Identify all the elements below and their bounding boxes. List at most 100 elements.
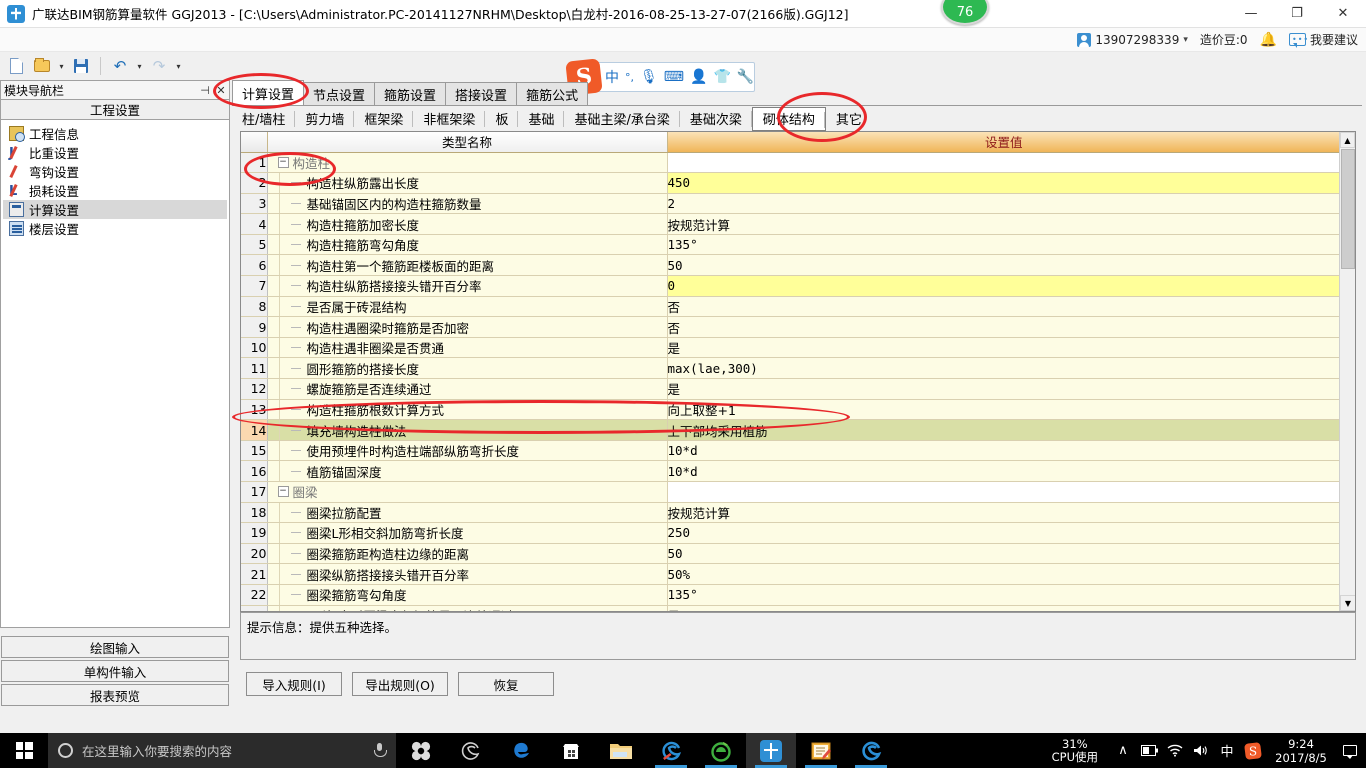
tab-frame-beam[interactable]: 框架梁: [354, 107, 414, 131]
table-row[interactable]: 1− 构造柱: [241, 152, 1341, 174]
type-name-cell[interactable]: − 圈梁: [267, 481, 668, 503]
tab-other[interactable]: 其它: [826, 107, 872, 131]
table-row[interactable]: 6 构造柱第一个箍筋距楼板面的距离 50: [241, 254, 1341, 277]
type-name-cell[interactable]: − 构造柱: [267, 152, 668, 174]
scroll-up-icon[interactable]: ▲: [1340, 132, 1355, 148]
cpu-usage-indicator[interactable]: 31% CPU使用: [1052, 737, 1098, 764]
type-name-cell[interactable]: 构造柱第一个箍筋距楼板面的距离: [267, 254, 668, 277]
setting-value-cell[interactable]: 50%: [667, 563, 1341, 585]
sidebar-item-weight-settings[interactable]: J 比重设置: [3, 143, 227, 162]
table-row[interactable]: 20 圈梁箍筋距构造柱边缘的距离 50: [241, 543, 1341, 565]
ime-keyboard-icon[interactable]: ⌨: [664, 69, 684, 85]
tab-stirrup-formula[interactable]: 箍筋公式: [516, 82, 589, 105]
setting-value-cell[interactable]: 10*d: [667, 440, 1341, 462]
table-row[interactable]: 17− 圈梁: [241, 481, 1341, 503]
swirl-app-icon[interactable]: [446, 733, 496, 768]
table-row[interactable]: 5 构造柱箍筋弯勾角度 135°: [241, 234, 1341, 256]
collapse-expander-icon[interactable]: −: [277, 486, 289, 498]
maximize-button[interactable]: ❐: [1274, 0, 1320, 28]
sidebar-item-calc-settings[interactable]: 计算设置: [3, 200, 227, 219]
type-name-cell[interactable]: 构造柱遇非圈梁是否贯通: [267, 337, 668, 359]
table-row[interactable]: 2 构造柱纵筋露出长度 450: [241, 172, 1341, 194]
volume-icon[interactable]: [1188, 733, 1214, 768]
ime-chinese-mode-icon[interactable]: 中: [605, 67, 619, 87]
tab-shear-wall[interactable]: 剪力墙: [295, 107, 355, 131]
new-file-button[interactable]: [4, 55, 28, 77]
scroll-down-icon[interactable]: ▼: [1340, 595, 1355, 611]
tab-foundation-secondary-beam[interactable]: 基础次梁: [680, 107, 752, 131]
type-name-cell[interactable]: 圈梁L形相交斜加筋弯折长度: [267, 522, 668, 544]
setting-value-cell[interactable]: 50: [667, 254, 1341, 277]
table-row[interactable]: 8 是否属于砖混结构 否: [241, 296, 1341, 318]
table-row[interactable]: 19 圈梁L形相交斜加筋弯折长度 250: [241, 522, 1341, 544]
table-row[interactable]: 21 圈梁纵筋搭接接头错开百分率 50%: [241, 563, 1341, 585]
wifi-icon[interactable]: [1162, 733, 1188, 768]
type-name-cell[interactable]: 填充墙构造柱做法: [267, 419, 668, 441]
file-explorer-icon[interactable]: [596, 733, 646, 768]
type-name-cell[interactable]: 基础锚固区内的构造柱箍筋数量: [267, 193, 668, 215]
account-user[interactable]: 13907298339 ▾: [1077, 32, 1188, 47]
draw-input-button[interactable]: 绘图输入: [1, 636, 229, 658]
setting-value-cell[interactable]: 135°: [667, 234, 1341, 256]
type-name-cell[interactable]: 圈梁箍筋弯勾角度: [267, 584, 668, 606]
sidebar-item-loss-settings[interactable]: L 损耗设置: [3, 181, 227, 200]
table-row[interactable]: 14 填充墙构造柱做法 上下部均采用植筋: [241, 419, 1341, 441]
table-row[interactable]: 23L形相交时圈梁中部钢筋是否连续通过是: [241, 605, 1341, 611]
setting-value-cell[interactable]: 135°: [667, 584, 1341, 606]
battery-icon[interactable]: [1136, 733, 1162, 768]
setting-value-cell[interactable]: 0: [667, 275, 1341, 297]
ime-language-indicator[interactable]: 中: [1214, 733, 1240, 768]
redo-dropdown-caret-icon[interactable]: ▾: [173, 62, 184, 71]
setting-value-cell[interactable]: 否: [667, 296, 1341, 318]
pin-icon[interactable]: ⊣: [197, 84, 213, 97]
type-name-cell[interactable]: 构造柱遇圈梁时箍筋是否加密: [267, 316, 668, 338]
setting-value-cell[interactable]: max(lae,300): [667, 357, 1341, 380]
tab-non-frame-beam[interactable]: 非框架梁: [413, 107, 486, 131]
taskbar-search[interactable]: 在这里输入你要搜索的内容: [48, 733, 396, 768]
suggestion-button[interactable]: ••• 我要建议: [1288, 31, 1358, 48]
edge-browser-icon[interactable]: [496, 733, 546, 768]
table-row[interactable]: 22 圈梁箍筋弯勾角度 135°: [241, 584, 1341, 606]
notification-bell[interactable]: 🔔: [1260, 32, 1277, 48]
table-row[interactable]: 11 圆形箍筋的搭接长度 max(lae,300): [241, 357, 1341, 380]
taskbar-clock[interactable]: 9:24 2017/8/5: [1270, 737, 1332, 765]
table-row[interactable]: 7 构造柱纵筋搭接接头错开百分率 0: [241, 275, 1341, 297]
save-file-button[interactable]: [69, 55, 93, 77]
type-name-cell[interactable]: 螺旋箍筋是否连续通过: [267, 378, 668, 400]
table-row[interactable]: 10 构造柱遇非圈梁是否贯通 是: [241, 337, 1341, 359]
type-name-cell[interactable]: L形相交时圈梁中部钢筋是否连续通过: [267, 605, 668, 611]
chevron-up-icon[interactable]: ∧: [1110, 733, 1136, 768]
setting-value-cell[interactable]: 2: [667, 193, 1341, 215]
gg-red-app-icon[interactable]: [646, 733, 696, 768]
import-rules-button[interactable]: 导入规则(I): [246, 672, 342, 696]
sidebar-item-hook-settings[interactable]: 弯钩设置: [3, 162, 227, 181]
setting-value-cell[interactable]: [667, 152, 1341, 174]
tab-foundation-main-beam[interactable]: 基础主梁/承台梁: [564, 107, 681, 131]
type-name-cell[interactable]: 圈梁拉筋配置: [267, 502, 668, 524]
tab-calc-settings[interactable]: 计算设置: [232, 80, 305, 105]
type-name-cell[interactable]: 构造柱纵筋露出长度: [267, 172, 668, 194]
collapse-expander-icon[interactable]: −: [277, 156, 289, 168]
type-name-cell[interactable]: 构造柱纵筋搭接接头错开百分率: [267, 275, 668, 297]
setting-value-cell[interactable]: 250: [667, 522, 1341, 544]
tab-lap-settings[interactable]: 搭接设置: [445, 82, 518, 105]
setting-value-cell[interactable]: 按规范计算: [667, 502, 1341, 524]
table-row[interactable]: 12 螺旋箍筋是否连续通过 是: [241, 378, 1341, 400]
setting-value-cell[interactable]: 向上取整+1: [667, 399, 1341, 421]
table-row[interactable]: 9 构造柱遇圈梁时箍筋是否加密 否: [241, 316, 1341, 338]
ime-user-icon[interactable]: 👤: [690, 69, 707, 85]
start-button[interactable]: [0, 733, 48, 768]
setting-value-cell[interactable]: 按规范计算: [667, 213, 1341, 235]
fan-app-icon[interactable]: [396, 733, 446, 768]
sogou-ime-icon[interactable]: S: [1240, 733, 1266, 768]
sidebar-item-floor-settings[interactable]: 楼层设置: [3, 219, 227, 238]
undo-button[interactable]: ↶: [108, 55, 132, 77]
setting-value-cell[interactable]: 是: [667, 337, 1341, 359]
type-name-cell[interactable]: 使用预埋件时构造柱端部纵筋弯折长度: [267, 440, 668, 462]
type-name-cell[interactable]: 构造柱箍筋加密长度: [267, 213, 668, 235]
green-browser-icon[interactable]: [696, 733, 746, 768]
minimize-button[interactable]: —: [1228, 0, 1274, 28]
tab-slab[interactable]: 板: [485, 107, 519, 131]
undo-dropdown-caret-icon[interactable]: ▾: [134, 62, 145, 71]
type-name-cell[interactable]: 圈梁箍筋距构造柱边缘的距离: [267, 543, 668, 565]
